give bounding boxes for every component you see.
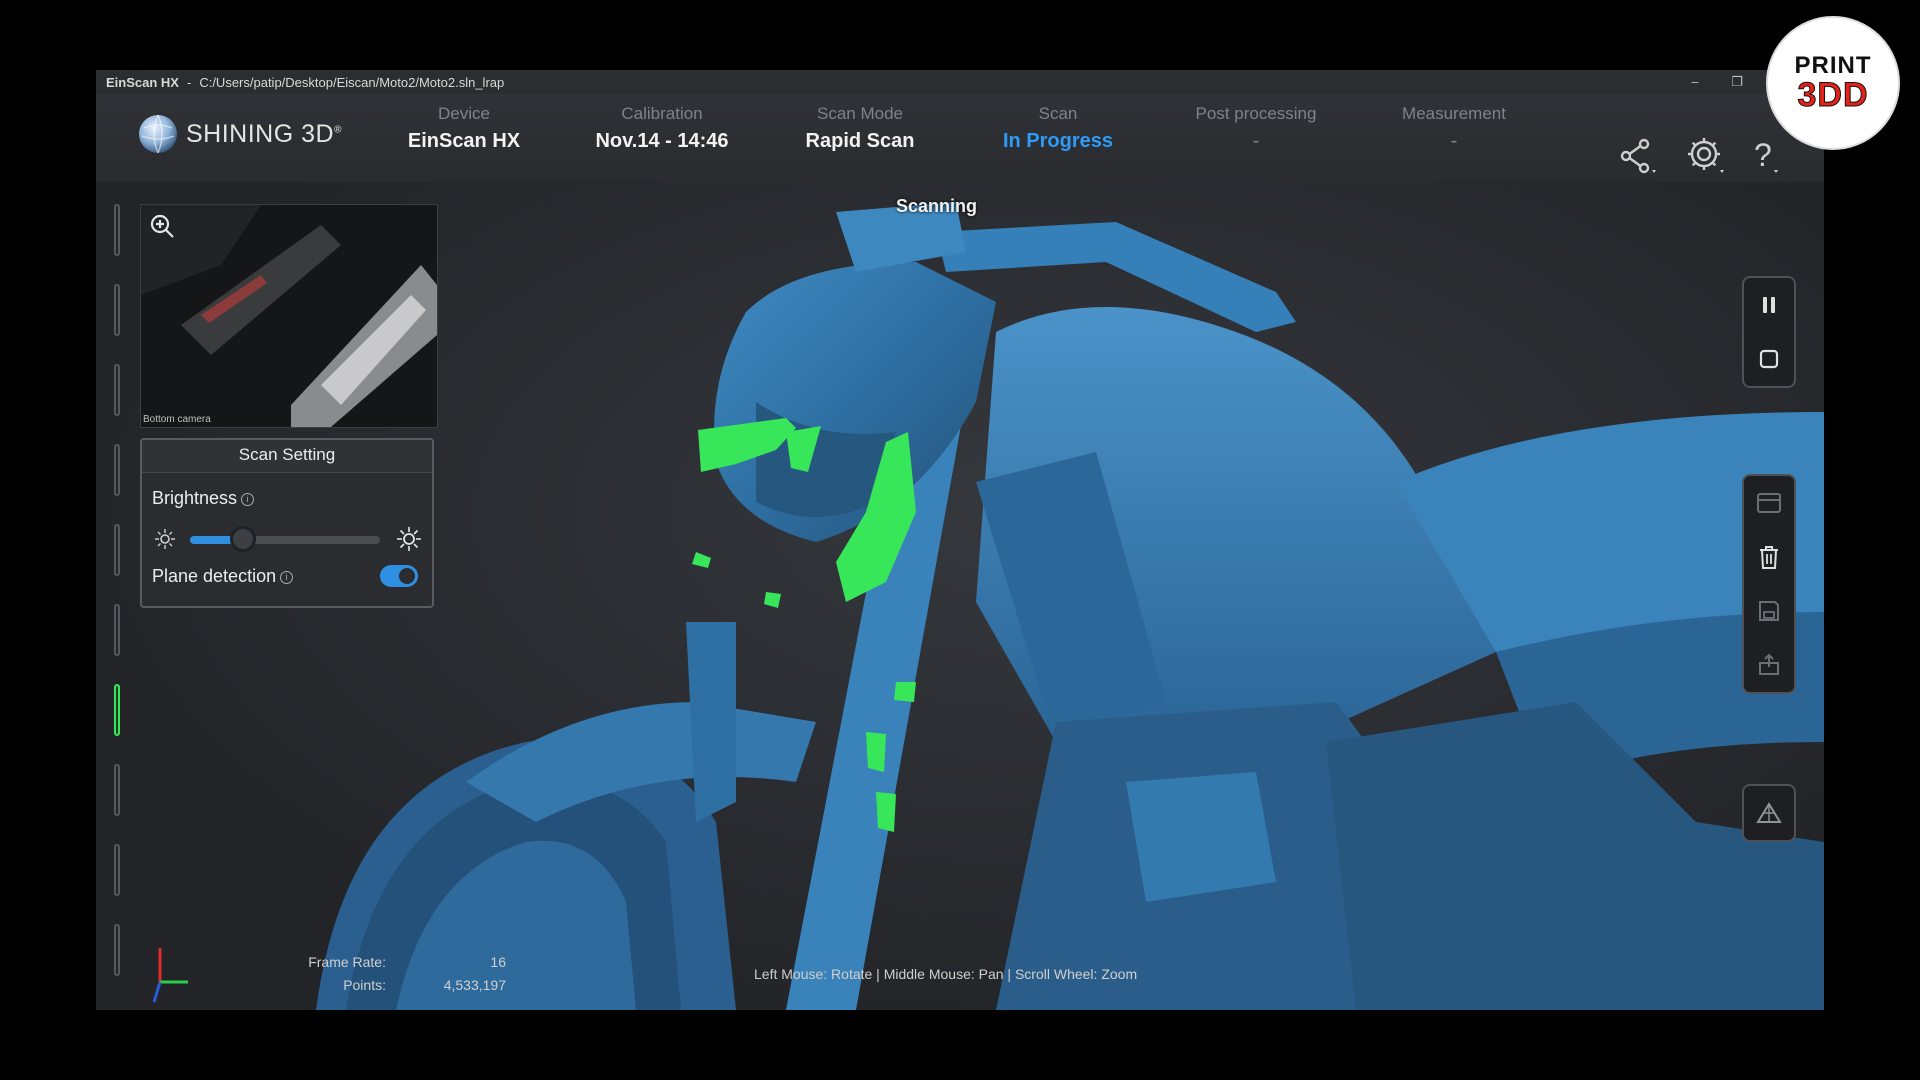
camera-preview[interactable]: Bottom camera bbox=[140, 204, 438, 428]
scanning-status: Scanning bbox=[896, 196, 978, 216]
stop-button[interactable] bbox=[1744, 332, 1794, 386]
step-value: Rapid Scan bbox=[805, 130, 915, 152]
badge-line2: 3DD bbox=[1797, 76, 1869, 115]
svg-text:?: ? bbox=[1754, 137, 1772, 173]
edit-toolbar bbox=[1742, 474, 1796, 694]
plane-detection-toggle[interactable] bbox=[380, 565, 418, 587]
scan-indicator-bar bbox=[114, 924, 120, 976]
frame-rate-label: Frame Rate: bbox=[308, 954, 386, 970]
panel-icon bbox=[1757, 493, 1781, 513]
plane-detection-label: Plane detection bbox=[152, 566, 277, 586]
step-post-processing[interactable]: Post processing - bbox=[1156, 104, 1356, 153]
logo-text: SHINING 3D bbox=[186, 119, 335, 148]
save-icon bbox=[1759, 601, 1779, 621]
title-bar: EinScan HX - C:/Users/patip/Desktop/Eisc… bbox=[96, 70, 1824, 94]
step-value: Nov.14 - 14:46 bbox=[595, 130, 729, 152]
frame-rate-value: 16 bbox=[490, 954, 506, 970]
step-label: Post processing bbox=[1195, 104, 1317, 123]
step-label: Measurement bbox=[1402, 104, 1506, 123]
export-icon bbox=[1759, 653, 1779, 675]
globe-icon bbox=[139, 114, 177, 154]
panel-button[interactable] bbox=[1744, 476, 1794, 530]
3d-viewport[interactable]: Scanning Bottom camera Scan Setting Brig… bbox=[96, 182, 1824, 1010]
scan-indicator-bar bbox=[114, 444, 120, 496]
step-value: EinScan HX bbox=[407, 130, 521, 152]
export-button[interactable] bbox=[1744, 638, 1794, 692]
brightness-slider[interactable] bbox=[190, 526, 380, 552]
window-file-path: C:/Users/patip/Desktop/Eiscan/Moto2/Moto… bbox=[199, 74, 505, 90]
minimize-button[interactable]: – bbox=[1684, 72, 1706, 92]
scan-control-toolbar bbox=[1742, 276, 1796, 388]
step-value: - bbox=[1252, 130, 1260, 152]
points-value: 4,533,197 bbox=[443, 977, 506, 993]
step-scan[interactable]: Scan In Progress bbox=[958, 104, 1158, 153]
workflow-navbar: SHINING 3D® Device EinScan HX Calibratio… bbox=[96, 94, 1824, 220]
step-label: Scan Mode bbox=[817, 104, 903, 123]
info-icon[interactable]: i bbox=[241, 493, 255, 506]
sun-bright-icon bbox=[397, 527, 421, 551]
brightness-slider-handle[interactable] bbox=[230, 526, 257, 552]
step-calibration[interactable]: Calibration Nov.14 - 14:46 bbox=[562, 104, 762, 153]
scan-setting-title: Scan Setting bbox=[142, 440, 432, 473]
delete-button[interactable] bbox=[1744, 530, 1794, 584]
scan-indicator-bar bbox=[114, 204, 120, 256]
step-label: Scan bbox=[1038, 104, 1078, 123]
points-label: Points: bbox=[343, 977, 386, 993]
scan-indicator-bar bbox=[114, 284, 120, 336]
print3dd-watermark-logo: PRINT 3DD bbox=[1766, 16, 1900, 150]
share-icon[interactable] bbox=[1616, 134, 1660, 178]
restore-button[interactable]: ❐ bbox=[1726, 72, 1748, 92]
shining3d-logo: SHINING 3D® bbox=[138, 114, 342, 154]
toggle-knob bbox=[399, 568, 415, 584]
mouse-hint: Left Mouse: Rotate | Middle Mouse: Pan |… bbox=[754, 966, 1138, 982]
step-label: Device bbox=[438, 104, 490, 123]
step-device[interactable]: Device EinScan HX bbox=[364, 104, 564, 153]
camera-feed-image bbox=[141, 205, 437, 427]
stop-icon bbox=[1759, 349, 1779, 369]
help-icon[interactable]: ? bbox=[1746, 134, 1790, 178]
scan-indicator-bar bbox=[114, 524, 120, 576]
frame-rate-stat: Frame Rate: 16 bbox=[256, 954, 506, 970]
window-app-name: EinScan HX bbox=[106, 74, 179, 90]
step-value: - bbox=[1450, 130, 1458, 152]
mesh-toolbar bbox=[1742, 784, 1796, 842]
scan-indicator-bar bbox=[114, 844, 120, 896]
mesh-icon bbox=[1756, 802, 1782, 823]
pause-icon bbox=[1763, 297, 1775, 313]
scan-indicator-bar bbox=[114, 764, 120, 816]
step-label: Calibration bbox=[621, 104, 703, 123]
save-button[interactable] bbox=[1744, 584, 1794, 638]
scan-indicator-bar bbox=[114, 364, 120, 416]
sun-dim-icon bbox=[155, 529, 175, 549]
points-stat: Points: 4,533,197 bbox=[256, 977, 506, 993]
axis-gizmo-icon bbox=[152, 948, 188, 1003]
app-window: EinScan HX - C:/Users/patip/Desktop/Eisc… bbox=[96, 70, 1824, 1010]
gear-icon[interactable] bbox=[1684, 134, 1728, 178]
trash-icon bbox=[1760, 546, 1778, 569]
step-scan-mode[interactable]: Scan Mode Rapid Scan bbox=[760, 104, 960, 153]
brightness-label: Brightness bbox=[152, 488, 238, 508]
scan-indicator-bar bbox=[114, 604, 120, 656]
mesh-button[interactable] bbox=[1744, 786, 1794, 840]
pause-button[interactable] bbox=[1744, 278, 1794, 332]
info-icon[interactable]: i bbox=[280, 571, 294, 584]
step-value: In Progress bbox=[1002, 130, 1114, 152]
scan-setting-panel: Scan Setting Brightness i Plane detection… bbox=[140, 438, 434, 608]
camera-label: Bottom camera bbox=[143, 414, 211, 425]
zoom-in-icon[interactable] bbox=[147, 211, 177, 241]
scan-indicator-bar-active bbox=[114, 684, 120, 736]
step-measurement[interactable]: Measurement - bbox=[1354, 104, 1554, 153]
